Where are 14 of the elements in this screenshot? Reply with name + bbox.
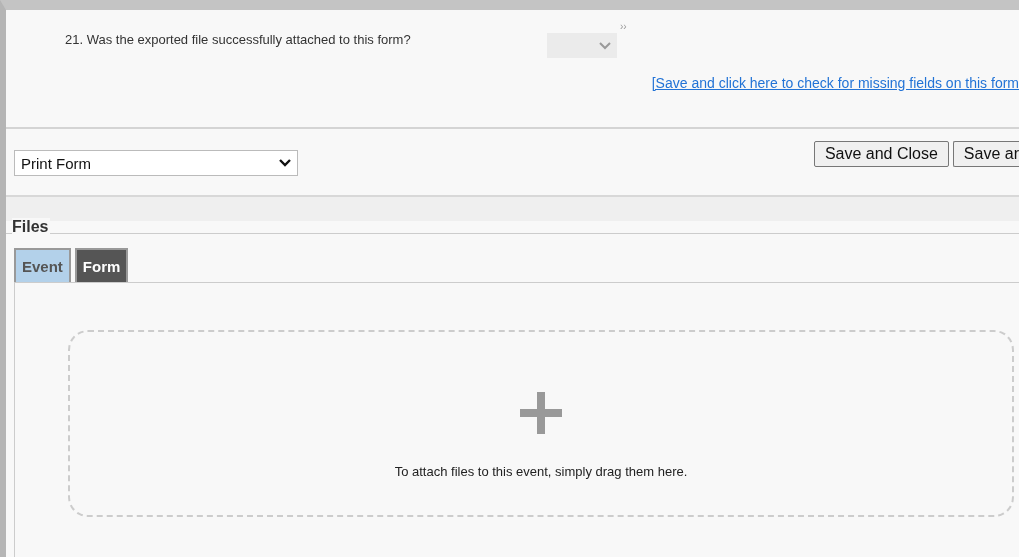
save-button[interactable]: Save ar xyxy=(952,141,1019,167)
question-label: 21. Was the exported file successfully attached to this form? xyxy=(65,32,412,47)
chevron-down-icon xyxy=(279,159,291,167)
missing-fields-link[interactable]: [Save and click here to check for missing fields on this form xyxy=(651,75,1019,91)
plus-icon xyxy=(520,392,562,434)
drop-zone[interactable]: To attach files to this event, simply drag them here. xyxy=(68,330,1014,517)
print-form-dropdown[interactable]: Print Form xyxy=(14,150,298,176)
answer-dropdown[interactable] xyxy=(547,33,617,58)
drop-hint: To attach files to this event, simply drag them here. xyxy=(394,464,688,479)
chevron-down-icon xyxy=(599,41,611,50)
tab[interactable]: Event xyxy=(14,248,71,282)
tab[interactable]: Form xyxy=(74,248,129,282)
files-heading: Files xyxy=(12,218,51,235)
save-button[interactable]: Save and Close xyxy=(813,141,949,167)
